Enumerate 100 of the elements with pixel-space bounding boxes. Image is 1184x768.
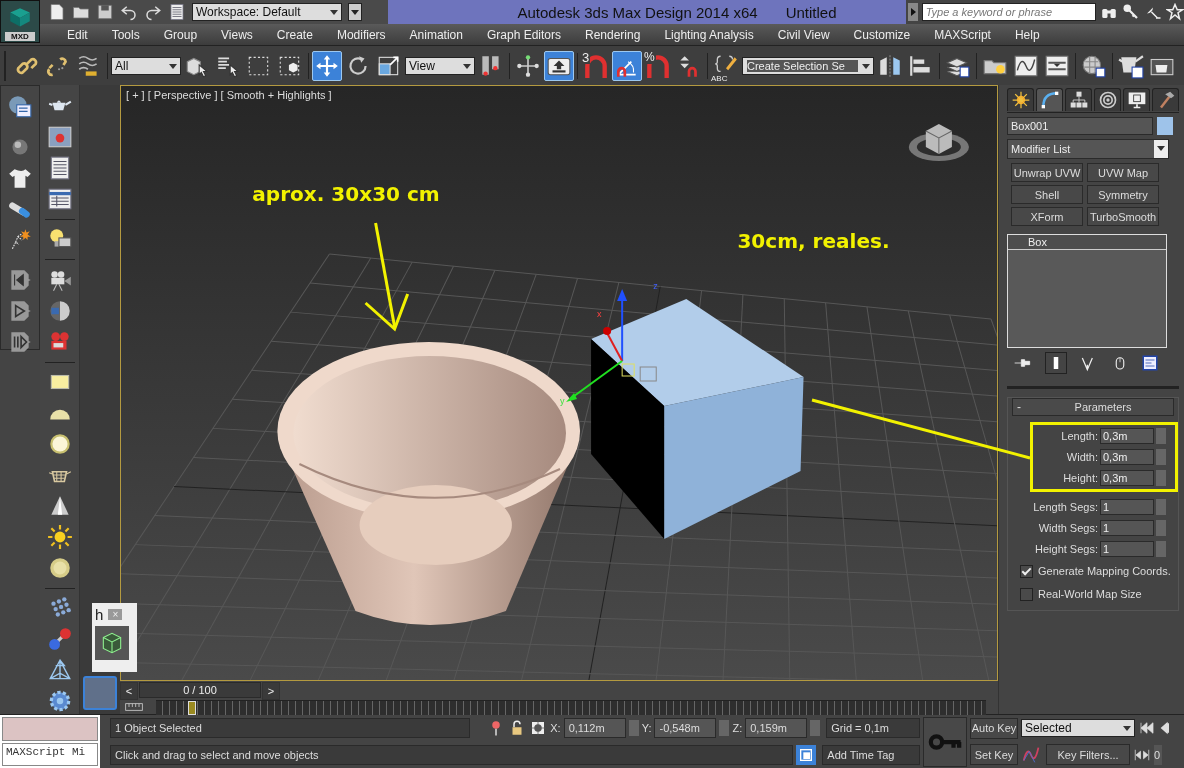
- hierarchy-icon: [1068, 90, 1089, 110]
- time-slider-thumb[interactable]: < 0 / 100 >: [120, 682, 280, 698]
- key-icon[interactable]: [1122, 3, 1140, 21]
- workspace-dropdown[interactable]: Workspace: Default: [192, 3, 342, 21]
- render-frame-icon[interactable]: [46, 124, 73, 150]
- collapse-sign: -: [1016, 400, 1022, 414]
- customize-menu-icon[interactable]: [348, 3, 362, 21]
- menu-item[interactable]: Customize: [841, 27, 923, 42]
- toolbar-button[interactable]: ABC: [711, 50, 741, 81]
- modifier-button[interactable]: Unwrap UVW: [1011, 163, 1083, 182]
- stack-item[interactable]: Box: [1008, 235, 1166, 250]
- number-field[interactable]: 0,3m: [1100, 449, 1154, 465]
- checkbox[interactable]: [1020, 587, 1033, 601]
- key-filters-button[interactable]: Key Filters...: [1046, 744, 1130, 766]
- toolbar-button[interactable]: 3: [581, 50, 611, 81]
- menu-item[interactable]: Modifiers: [324, 27, 398, 42]
- panel-tab[interactable]: [1152, 88, 1179, 111]
- number-field[interactable]: 0,3m: [1100, 470, 1154, 486]
- number-field[interactable]: 1: [1100, 499, 1154, 515]
- annotation-text: aprox. 30x30 cm: [252, 182, 440, 206]
- listener-input-field[interactable]: MAXScript Mi: [2, 743, 98, 766]
- expand-icon[interactable]: [908, 3, 918, 21]
- icon-caption: ABC: [711, 73, 728, 83]
- rollout-title: Parameters: [1073, 401, 1133, 413]
- menu-item[interactable]: Civil View: [765, 27, 842, 42]
- menu-item[interactable]: Graph Editors: [474, 27, 573, 42]
- modifier-button[interactable]: XForm: [1011, 207, 1083, 226]
- coordinate-label: Y:: [641, 722, 652, 735]
- modifier-stack[interactable]: Box: [1007, 234, 1167, 348]
- object-color-swatch[interactable]: [1157, 117, 1173, 135]
- number-field[interactable]: 1: [1100, 520, 1154, 536]
- arc-icon: [1039, 90, 1060, 110]
- coordinate-field[interactable]: 0,159m: [745, 718, 808, 739]
- axis-label: y: [560, 396, 565, 406]
- panel-tab[interactable]: [1036, 88, 1063, 111]
- dumbbell-icon[interactable]: [46, 626, 73, 652]
- new-file-icon[interactable]: [48, 3, 66, 21]
- coordinate-field[interactable]: -0,548m: [654, 718, 717, 739]
- menu-item[interactable]: Tools: [99, 27, 152, 42]
- previous-frame-button[interactable]: <: [120, 682, 138, 700]
- mirror-icon: [877, 52, 903, 79]
- modifier-button[interactable]: TurboSmooth: [1087, 207, 1159, 226]
- grid-size-field: Grid = 0,1m: [826, 718, 920, 739]
- menu-item[interactable]: Group: [151, 27, 210, 42]
- isolate-button[interactable]: [796, 744, 817, 765]
- checkbox[interactable]: [1020, 564, 1033, 578]
- modifier-button[interactable]: Shell: [1011, 185, 1083, 204]
- menu-item[interactable]: Views: [209, 27, 265, 42]
- time-tag-field[interactable]: Add Time Tag: [822, 744, 920, 765]
- next-frame-button[interactable]: >: [262, 682, 280, 700]
- menu-item[interactable]: Create: [264, 27, 325, 42]
- selection-filter-dropdown[interactable]: All: [111, 56, 181, 75]
- menu-item[interactable]: Help: [1002, 27, 1052, 42]
- sun-icon[interactable]: [46, 523, 73, 550]
- star-icon[interactable]: [1166, 3, 1184, 21]
- number-field[interactable]: 0,3m: [1100, 428, 1154, 444]
- menu-item[interactable]: Rendering: [573, 27, 653, 42]
- application-button[interactable]: MXD: [0, 0, 40, 43]
- axes-icon: [515, 52, 541, 79]
- auto-key-button[interactable]: Auto Key: [970, 717, 1018, 739]
- undo-icon[interactable]: [120, 3, 138, 21]
- table-window-icon[interactable]: [46, 186, 73, 212]
- modifier-list-dropdown[interactable]: Modifier List: [1007, 139, 1169, 159]
- rollout-header[interactable]: - Parameters: [1012, 398, 1174, 416]
- save-icon[interactable]: [96, 3, 114, 21]
- reference-coordinate-dropdown[interactable]: View: [405, 56, 475, 75]
- menu-item[interactable]: Edit: [55, 27, 100, 42]
- toolbar-button[interactable]: %: [643, 50, 673, 81]
- globe-panel-icon[interactable]: [7, 94, 33, 120]
- panel-tab[interactable]: [1007, 88, 1034, 111]
- snap-dimension-text: 3: [581, 50, 591, 64]
- redo-icon[interactable]: [144, 3, 162, 21]
- toolbar-button[interactable]: [312, 50, 342, 81]
- listener-output-field[interactable]: [2, 717, 98, 741]
- modifier-button[interactable]: UVW Map: [1087, 163, 1159, 182]
- toolbar-button[interactable]: [544, 50, 574, 81]
- modifier-button[interactable]: Symmetry: [1087, 185, 1159, 204]
- viewport[interactable]: [ + ] [ Perspective ] [ Smooth + Highlights ] aprox. 30x30 cm 30cm, reales. z x y: [120, 85, 998, 681]
- menu-item[interactable]: MAXScript: [922, 27, 1003, 42]
- field-label: Height:: [1063, 472, 1098, 484]
- panel-tab[interactable]: [1065, 88, 1092, 111]
- absolute-mode-icon[interactable]: [529, 719, 548, 738]
- coordinate-field[interactable]: 0,112m: [563, 718, 626, 739]
- frame-field[interactable]: 0: [1154, 744, 1162, 765]
- object-name-field[interactable]: Box001: [1007, 117, 1153, 135]
- show-end-result-button[interactable]: [1045, 352, 1067, 374]
- window-title: Autodesk 3ds Max Design 2014 x64: [517, 3, 758, 21]
- set-key-mode-button[interactable]: Set Key: [970, 744, 1018, 766]
- number-field[interactable]: 1: [1100, 541, 1154, 557]
- search-field[interactable]: Type a keyword or phrase: [921, 3, 1096, 21]
- view-cube-icon[interactable]: [908, 124, 969, 161]
- named-selection-dropdown[interactable]: Create Selection Se: [742, 56, 874, 75]
- panel-tab[interactable]: [1123, 88, 1150, 111]
- object-thumbnail[interactable]: [95, 626, 129, 660]
- toolbar-button[interactable]: [612, 50, 642, 81]
- configure-icon[interactable]: [1141, 354, 1159, 372]
- panel-tab[interactable]: [1094, 88, 1121, 111]
- menu-item[interactable]: Lighting Analysis: [652, 27, 766, 42]
- menu-item[interactable]: Animation: [397, 27, 475, 42]
- key-mode-dropdown[interactable]: Selected: [1021, 719, 1135, 738]
